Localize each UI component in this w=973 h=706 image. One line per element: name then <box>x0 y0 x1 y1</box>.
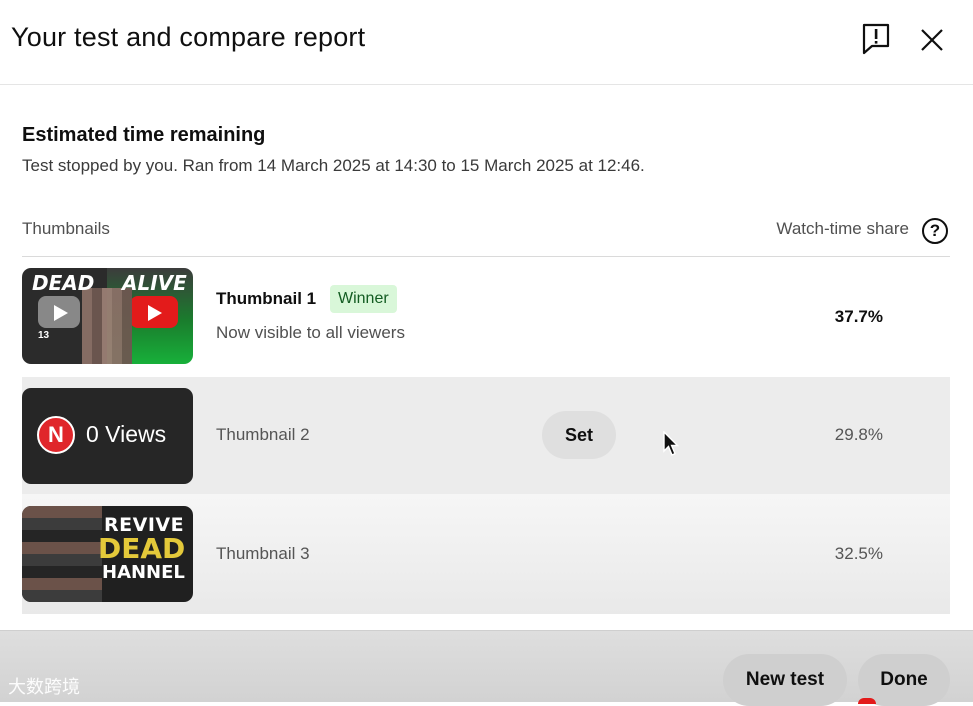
pixelated-face <box>82 288 132 364</box>
thumbnail-name: Thumbnail 3 <box>216 544 310 563</box>
feedback-flag-icon[interactable] <box>860 22 892 56</box>
thumb-text-alive: ALIVE <box>122 271 187 295</box>
set-thumbnail-button[interactable]: Set <box>542 411 616 459</box>
youtube-play-icon <box>130 296 178 328</box>
watermark-logo: 大数跨境 <box>8 677 80 698</box>
watch-time-share-value: 37.7% <box>834 307 883 326</box>
column-header-watch-time-share: Watch-time share <box>776 219 909 238</box>
notification-dot <box>858 698 876 704</box>
thumbnail-1-image: DEAD ALIVE 13 <box>22 268 193 364</box>
thumb-text-channel: HANNEL <box>102 562 185 583</box>
close-icon[interactable] <box>916 24 948 56</box>
table-row-thumbnail-2[interactable]: N 0 Views Thumbnail 2 Set 29.8% <box>22 377 950 494</box>
table-row-thumbnail-1: DEAD ALIVE 13 Thumbnail 1 Winner Now vis… <box>22 257 950 375</box>
thumbnail-2-image: N 0 Views <box>22 388 193 484</box>
dialog-header: Your test and compare report <box>0 0 973 85</box>
dialog-footer: 大数跨境 New test Done <box>0 630 973 706</box>
new-test-button[interactable]: New test <box>723 654 847 706</box>
estimate-heading: Estimated time remaining <box>22 124 266 146</box>
thumbnail-name: Thumbnail 2 <box>216 425 310 444</box>
thumbnail-3-image: REVIVE DEAD HANNEL <box>22 506 193 602</box>
watch-time-share-value: 29.8% <box>834 425 883 444</box>
column-header-thumbnails: Thumbnails <box>22 219 110 238</box>
pixelated-face <box>22 506 102 602</box>
thumb-text-zero-views: 0 Views <box>86 421 167 447</box>
thumb-text-dead: DEAD <box>32 271 95 295</box>
thumbnail-name: Thumbnail 1 <box>216 289 317 308</box>
thumb-small-number: 13 <box>38 330 50 341</box>
mouse-cursor-icon <box>663 430 680 457</box>
table-row-thumbnail-3: REVIVE DEAD HANNEL Thumbnail 3 32.5% <box>22 494 950 614</box>
gray-play-icon <box>38 296 80 328</box>
n-logo-icon: N <box>37 416 75 454</box>
watch-time-share-value: 32.5% <box>834 544 883 563</box>
help-icon[interactable]: ? <box>922 218 948 244</box>
winner-badge: Winner <box>330 285 397 313</box>
dialog-title: Your test and compare report <box>11 22 366 52</box>
test-status-text: Test stopped by you. Ran from 14 March 2… <box>22 156 645 175</box>
visibility-note: Now visible to all viewers <box>216 323 405 342</box>
thumb-text-dead: DEAD <box>98 532 186 565</box>
